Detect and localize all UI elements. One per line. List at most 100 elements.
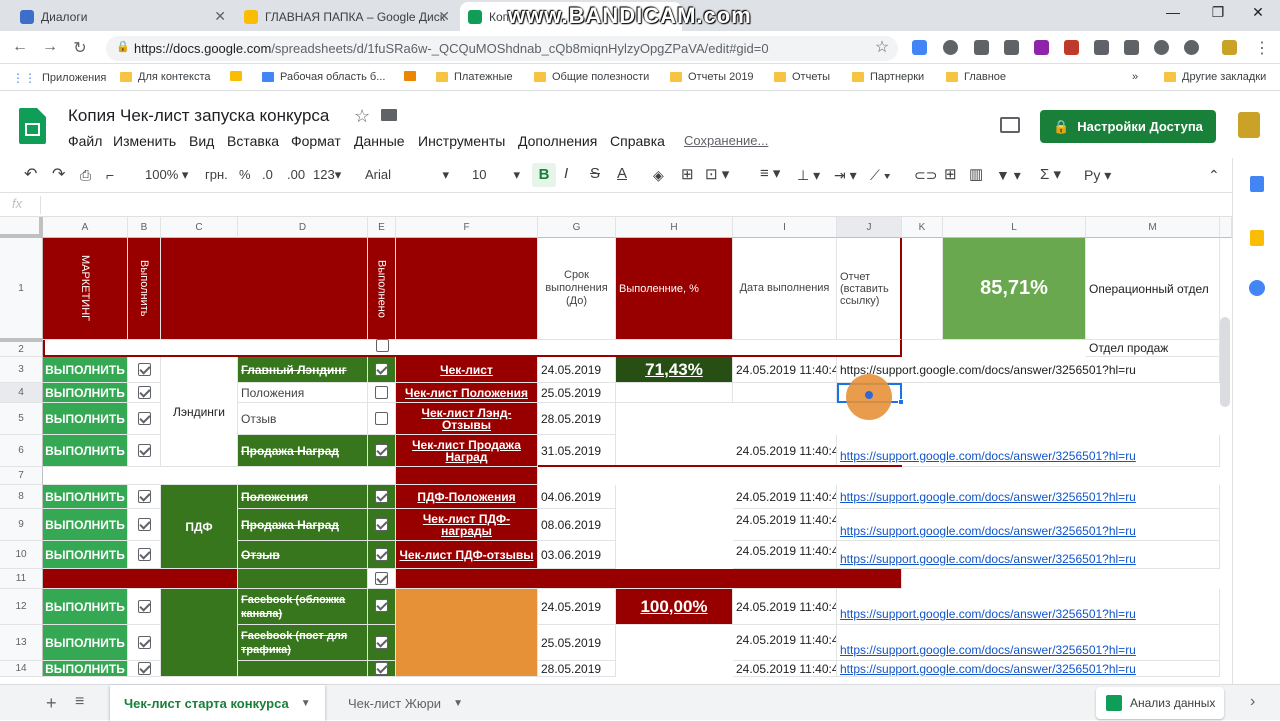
tasks-icon[interactable] xyxy=(1249,280,1265,296)
extension-icon[interactable] xyxy=(912,40,927,55)
link-ext-icon[interactable] xyxy=(1124,40,1139,55)
cell-done-date[interactable]: 24.05.2019 11:40:4 xyxy=(733,661,837,677)
drive-ext-icon[interactable] xyxy=(974,40,989,55)
cell-row11[interactable] xyxy=(43,569,238,589)
minimize-icon[interactable]: — xyxy=(1158,4,1188,20)
filter-icon[interactable]: ▼ ▾ xyxy=(996,167,1021,184)
checkbox-checked-icon[interactable] xyxy=(137,600,151,613)
bookmark-item[interactable]: Общие полезности xyxy=(534,71,649,83)
menu-help[interactable]: Справка xyxy=(610,133,665,149)
checkbox-cell[interactable] xyxy=(368,383,396,403)
row-header[interactable]: 11 xyxy=(0,569,43,589)
undo-icon[interactable]: ↶ xyxy=(24,164,37,184)
row-header[interactable]: 1 xyxy=(0,238,43,340)
column-header[interactable]: G xyxy=(538,217,616,238)
bookmark-apps[interactable]: ⋮⋮ Приложения xyxy=(12,71,106,85)
profile-icon[interactable] xyxy=(1222,40,1237,55)
cell-action[interactable]: ВЫПОЛНИТЬ xyxy=(43,509,128,541)
row-header[interactable]: 12 xyxy=(0,589,43,625)
checkbox-cell[interactable] xyxy=(128,435,161,467)
extension-icon[interactable] xyxy=(1034,40,1049,55)
checkbox-cell[interactable] xyxy=(128,485,161,509)
checkbox-cell[interactable] xyxy=(368,661,396,677)
checkbox-cell[interactable] xyxy=(368,485,396,509)
cell-deadline[interactable]: 25.05.2019 xyxy=(538,625,616,661)
explore-button[interactable]: Анализ данных xyxy=(1096,687,1224,719)
row-header[interactable]: 5 xyxy=(0,403,43,435)
cell-done-date[interactable]: 24.05.2019 11:40:4 xyxy=(733,357,837,383)
checkbox-checked-icon[interactable] xyxy=(137,363,151,376)
cell-task[interactable]: Продажа Наград xyxy=(238,435,368,467)
cell-header-deadline[interactable]: Срок выполнения (До) xyxy=(538,238,616,340)
chevron-down-icon[interactable]: ▼ xyxy=(301,698,311,709)
checkbox-cell[interactable] xyxy=(368,435,396,467)
cell-action[interactable]: ВЫПОЛНИТЬ xyxy=(43,625,128,661)
checkbox-cell[interactable] xyxy=(368,569,396,589)
checkbox-cell[interactable] xyxy=(368,541,396,569)
column-header[interactable]: E xyxy=(368,217,396,238)
extension-icon[interactable] xyxy=(1094,40,1109,55)
cell-action[interactable]: ВЫПОЛНИТЬ xyxy=(43,485,128,509)
star-icon[interactable]: ☆ xyxy=(354,106,370,127)
extension-icon[interactable] xyxy=(1184,40,1199,55)
merge-cells-icon[interactable]: ⊡ ▾ xyxy=(705,165,729,183)
valign-icon[interactable]: ⊥ ▾ xyxy=(797,167,820,184)
fill-handle[interactable] xyxy=(898,399,904,405)
percent-button[interactable]: % xyxy=(239,167,251,182)
checkbox-checked-icon[interactable] xyxy=(137,548,151,561)
url-input[interactable]: 🔒 https://docs.google.com/spreadsheets/d… xyxy=(106,36,898,61)
checkbox-cell[interactable] xyxy=(368,509,396,541)
cell-task[interactable] xyxy=(238,661,368,677)
cell-task[interactable]: Facebook (пост для трафика) xyxy=(238,625,368,661)
cell-action[interactable]: ВЫПОЛНИТЬ xyxy=(43,541,128,569)
checkbox-checked-icon[interactable] xyxy=(137,662,151,675)
cell-report[interactable]: https://support.google.com/docs/answer/3… xyxy=(837,435,1220,467)
checkbox-cell[interactable] xyxy=(128,403,161,435)
checkbox-cell[interactable] xyxy=(368,589,396,625)
more-formats-select[interactable]: 123▾ xyxy=(313,167,341,183)
formula-bar[interactable]: fx xyxy=(0,193,1232,217)
cell-report[interactable]: https://support.google.com/docs/answer/3… xyxy=(837,541,1220,569)
cell-done-date[interactable]: 24.05.2019 11:40:4 xyxy=(733,509,837,541)
cell[interactable] xyxy=(161,238,368,340)
sheet-tab[interactable]: Чек-лист Жюри ▼ xyxy=(334,685,477,721)
redo-icon[interactable]: ↷ xyxy=(52,164,65,184)
cell-task[interactable]: Отзыв xyxy=(238,541,368,569)
cell[interactable] xyxy=(238,569,368,589)
cell-deadline[interactable]: 04.06.2019 xyxy=(538,485,616,509)
row-header[interactable]: 2 xyxy=(0,338,43,357)
cell-action[interactable]: ВЫПОЛНИТЬ xyxy=(43,383,128,403)
cell-percent-landings[interactable]: 71,43% xyxy=(616,357,733,383)
cell-deadline[interactable]: 31.05.2019 xyxy=(538,435,616,467)
cell-total-percent[interactable]: 85,71% xyxy=(943,238,1086,340)
font-select[interactable]: Arial ▾ xyxy=(365,167,449,182)
fill-color-icon[interactable]: ◈ xyxy=(653,167,664,184)
checkbox-checked-icon[interactable] xyxy=(375,444,388,457)
bookmark-item[interactable]: Партнерки xyxy=(852,71,924,83)
chevron-right-icon[interactable]: › xyxy=(1250,693,1255,711)
all-sheets-icon[interactable]: ≡ xyxy=(75,693,84,711)
cell-group-fb[interactable] xyxy=(161,589,238,677)
cell-report[interactable]: https://support.google.com/docs/answer/3… xyxy=(837,357,1220,383)
cell-header-done-date[interactable]: Дата выполнения xyxy=(733,238,837,340)
extension-icon[interactable] xyxy=(1064,40,1079,55)
close-icon[interactable]: ✕ xyxy=(214,8,226,25)
cell-report[interactable]: https://support.google.com/docs/answer/3… xyxy=(837,485,1220,509)
checkbox-icon[interactable] xyxy=(375,386,388,399)
chevron-up-icon[interactable]: ⌃ xyxy=(1208,167,1220,184)
cell-row2[interactable] xyxy=(43,340,902,357)
cell-checklist-link[interactable]: ПДФ-Положения xyxy=(396,485,538,509)
column-header[interactable]: M xyxy=(1086,217,1220,238)
cell-task[interactable]: Главный Лэндинг xyxy=(238,357,368,383)
bookmarks-other[interactable]: Другие закладки xyxy=(1164,71,1266,83)
column-header[interactable]: C xyxy=(161,217,238,238)
cell-deadline[interactable]: 24.05.2019 xyxy=(538,357,616,383)
browser-tab-drive[interactable]: ГЛАВНАЯ ПАПКА – Google Диск ✕ xyxy=(236,2,458,31)
bookmarks-more[interactable]: » xyxy=(1132,71,1138,83)
checkbox-checked-icon[interactable] xyxy=(375,548,388,561)
cell-checklist-link[interactable]: Чек-лист Положения xyxy=(396,383,538,403)
avatar[interactable] xyxy=(1238,112,1260,138)
font-size-select[interactable]: 10 ▾ xyxy=(472,167,520,182)
bookmark-item[interactable]: Для контекста xyxy=(120,71,211,83)
checkbox-cell[interactable] xyxy=(368,625,396,661)
